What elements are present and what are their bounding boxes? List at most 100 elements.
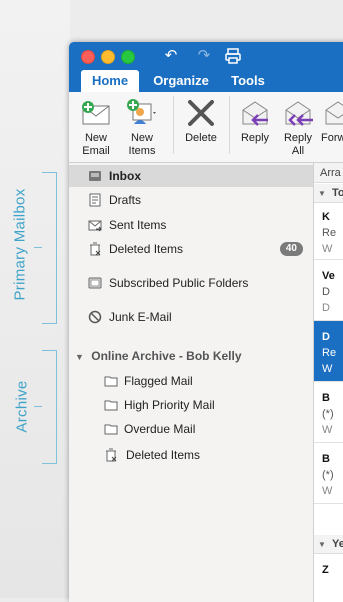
- ribbon: New Email New Items Delete Reply Reply A…: [69, 92, 343, 163]
- ribbon-separator: [229, 96, 230, 154]
- trash-icon: [106, 448, 117, 462]
- message-subject: (*): [322, 408, 334, 420]
- forward-label: Forw: [321, 132, 343, 144]
- folder-icon: [104, 424, 118, 435]
- archive-bracket: [42, 350, 57, 464]
- message-sender: K: [322, 211, 330, 223]
- message-subject: (*): [322, 469, 334, 481]
- folder-flagged-mail[interactable]: Flagged Mail: [69, 370, 313, 392]
- chevron-down-icon: ▼: [318, 540, 326, 549]
- message-preview: W: [322, 243, 333, 255]
- new-items-button[interactable]: New Items: [121, 98, 163, 158]
- message-subject: Re: [322, 347, 337, 359]
- delete-icon: [188, 100, 214, 126]
- message-sender: B: [322, 392, 330, 404]
- reply-all-icon: [285, 101, 313, 126]
- unread-count-badge: 40: [279, 242, 303, 256]
- message-list: Arra ▼ To K Re W Ve D D D Re W B (*) W B…: [313, 163, 343, 602]
- message-item[interactable]: B (*) W: [314, 382, 343, 443]
- chevron-down-icon: ▼: [318, 189, 326, 198]
- outlook-window: ↶ ↷ Home Organize Tools New Email New It…: [69, 42, 343, 602]
- group-label: Ye: [331, 538, 343, 550]
- folder-drafts[interactable]: Drafts: [69, 189, 313, 211]
- folder-pane: Inbox Drafts Sent Items Deleted Items 40…: [69, 163, 313, 602]
- folder-junk-email[interactable]: Junk E-Mail: [69, 306, 313, 328]
- group-header-yesterday[interactable]: ▼ Ye: [314, 535, 343, 554]
- ribbon-tabs: Home Organize Tools: [69, 70, 343, 92]
- reply-label: Reply: [240, 132, 270, 144]
- folder-label: Deleted Items: [109, 242, 184, 256]
- tab-organize[interactable]: Organize: [145, 70, 217, 92]
- primary-mailbox-bracket: [42, 172, 57, 324]
- archive-bracket-tick: [34, 406, 42, 407]
- minimize-button[interactable]: [101, 50, 115, 64]
- message-preview: D: [322, 302, 330, 314]
- folder-label: High Priority Mail: [124, 398, 215, 412]
- public-folders-icon: [88, 277, 102, 289]
- message-preview: W: [322, 424, 333, 436]
- forward-button[interactable]: Forw: [321, 98, 343, 145]
- ribbon-separator: [173, 96, 174, 154]
- forward-icon: [325, 101, 343, 125]
- folder-deleted-items[interactable]: Deleted Items 40: [69, 238, 313, 260]
- reply-all-button[interactable]: Reply All: [279, 98, 317, 158]
- chevron-down-icon: ▼: [75, 352, 84, 362]
- undo-icon[interactable]: ↶: [162, 47, 180, 65]
- message-item[interactable]: Ve D D: [314, 260, 343, 321]
- folder-label: Junk E-Mail: [109, 310, 172, 324]
- tab-tools[interactable]: Tools: [223, 70, 273, 92]
- message-sender: B: [322, 453, 330, 465]
- folder-label: Sent Items: [109, 218, 167, 232]
- folder-label: Overdue Mail: [124, 422, 196, 436]
- message-subject: D: [322, 286, 330, 298]
- message-item[interactable]: B (*) W: [314, 443, 343, 504]
- sent-items-icon: [88, 220, 102, 232]
- reply-button[interactable]: Reply: [235, 98, 275, 145]
- folder-label: Deleted Items: [126, 448, 201, 462]
- message-subject: Re: [322, 227, 337, 239]
- new-email-label: New Email: [82, 132, 110, 157]
- trash-icon: [90, 242, 101, 256]
- message-sender: Ve: [322, 270, 335, 282]
- new-items-icon: [127, 99, 156, 124]
- delete-label: Delete: [185, 132, 217, 144]
- archive-annotation: Archive: [13, 380, 31, 433]
- message-preview: W: [322, 363, 333, 375]
- folder-archive-deleted-items[interactable]: Deleted Items: [69, 444, 313, 466]
- online-archive-header[interactable]: ▼ Online Archive - Bob Kelly: [75, 349, 242, 363]
- folder-icon: [104, 400, 118, 411]
- tab-home[interactable]: Home: [81, 70, 139, 92]
- folder-label: Inbox: [109, 169, 141, 183]
- folder-label: Subscribed Public Folders: [109, 276, 249, 290]
- group-label: To: [331, 187, 343, 199]
- delete-button[interactable]: Delete: [179, 98, 223, 145]
- primary-mailbox-bracket-tick: [34, 247, 42, 248]
- folder-high-priority-mail[interactable]: High Priority Mail: [69, 394, 313, 416]
- message-item[interactable]: K Re W: [314, 203, 343, 260]
- zoom-button[interactable]: [121, 50, 135, 64]
- new-items-label: New Items: [128, 132, 156, 157]
- folder-icon: [104, 376, 118, 387]
- redo-icon[interactable]: ↷: [195, 47, 213, 65]
- reply-all-label: Reply All: [283, 132, 313, 157]
- group-header-today[interactable]: ▼ To: [314, 184, 343, 203]
- new-email-icon: [82, 101, 110, 125]
- message-sender: D: [322, 331, 330, 343]
- junk-icon: [88, 310, 102, 324]
- folder-sent-items[interactable]: Sent Items: [69, 214, 313, 236]
- message-item-selected[interactable]: D Re W: [314, 321, 343, 382]
- print-icon[interactable]: [224, 47, 242, 65]
- message-preview: W: [322, 485, 333, 497]
- online-archive-label: Online Archive - Bob Kelly: [91, 349, 242, 363]
- new-email-button[interactable]: New Email: [75, 98, 117, 158]
- message-item[interactable]: Z: [314, 554, 343, 602]
- annotation-background: [0, 0, 70, 598]
- title-bar: ↶ ↷: [69, 42, 343, 70]
- folder-subscribed-public-folders[interactable]: Subscribed Public Folders: [69, 272, 313, 294]
- folder-overdue-mail[interactable]: Overdue Mail: [69, 418, 313, 440]
- close-button[interactable]: [81, 50, 95, 64]
- message-sender: Z: [322, 564, 329, 576]
- folder-inbox[interactable]: Inbox: [69, 165, 313, 187]
- folder-label: Flagged Mail: [124, 374, 193, 388]
- arrange-by-header[interactable]: Arra: [314, 163, 343, 183]
